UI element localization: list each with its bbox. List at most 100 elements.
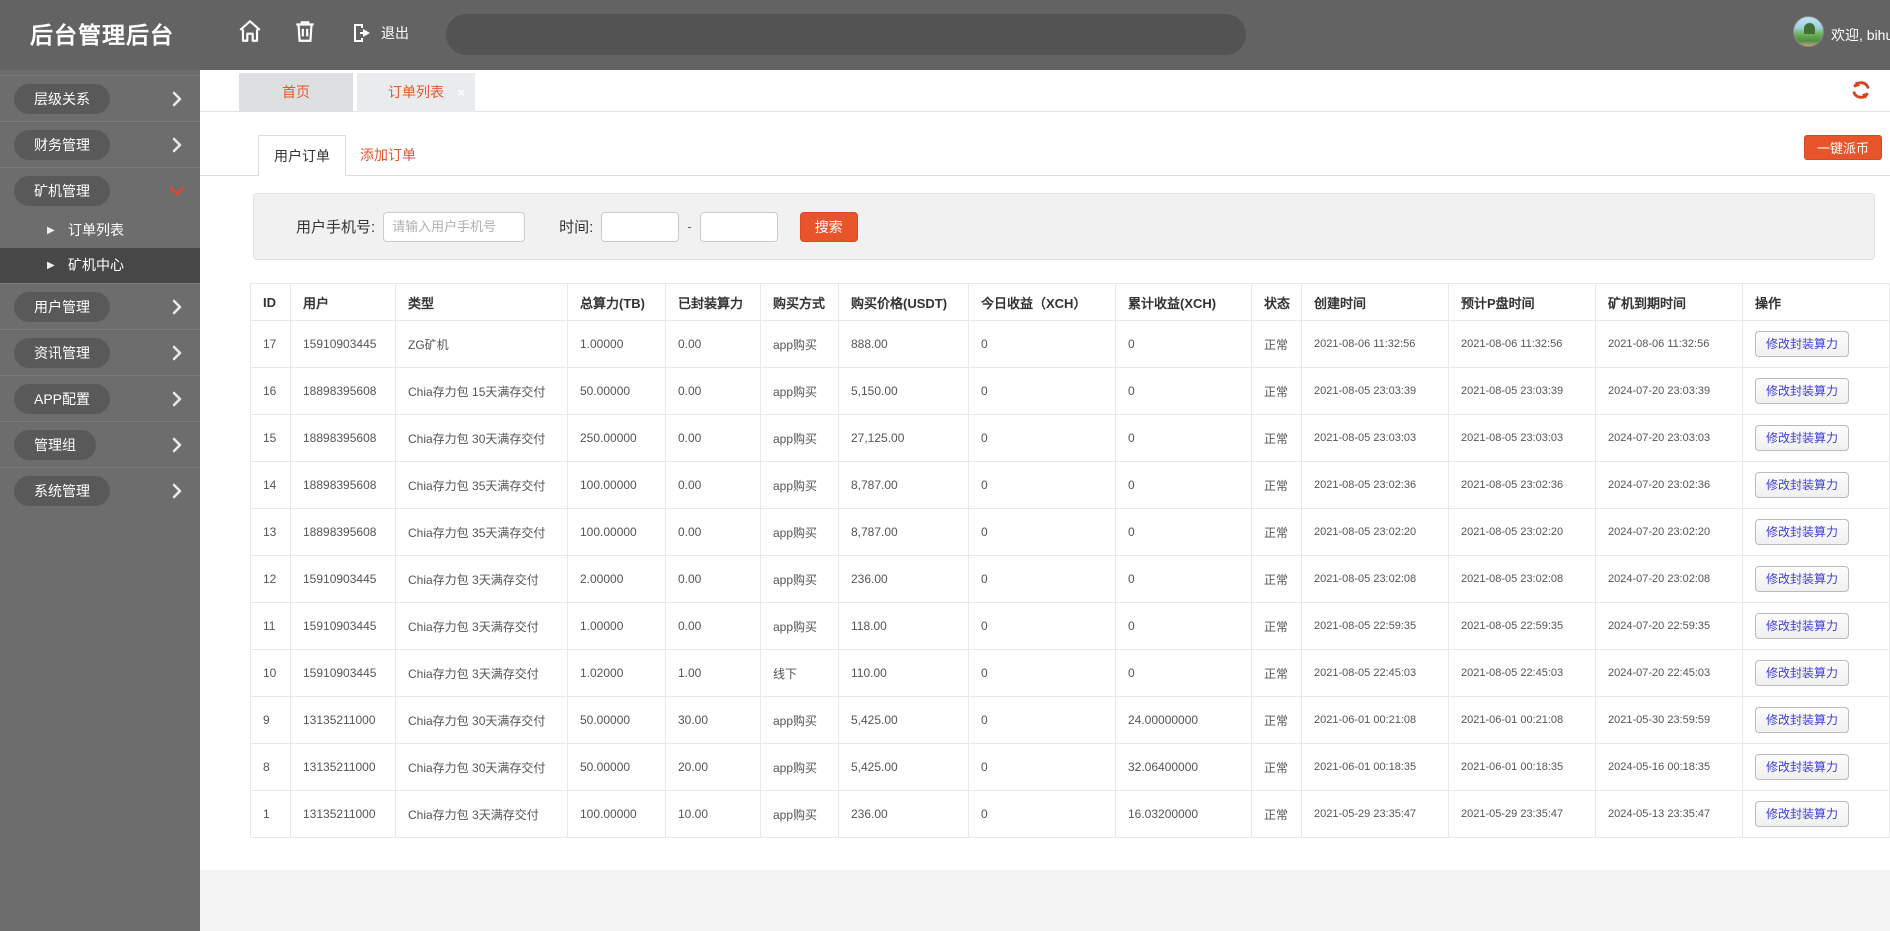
table-cell-actions: 修改封装算力 (1742, 367, 1890, 415)
sidebar-item-3[interactable]: 矿机管理 (0, 167, 200, 213)
edit-sealed-power-button[interactable]: 修改封装算力 (1755, 378, 1850, 404)
home-icon[interactable] (237, 18, 263, 44)
search-button[interactable]: 搜索 (799, 211, 858, 242)
table-cell: 2021-08-06 11:32:56 (1448, 320, 1596, 368)
table-cell: ZG矿机 (395, 320, 568, 368)
tab-add-order[interactable]: 添加订单 (345, 135, 431, 176)
edit-sealed-power-button[interactable]: 修改封装算力 (1755, 472, 1850, 498)
table-cell: 1.00000 (567, 320, 666, 368)
logout-icon (354, 24, 370, 42)
edit-sealed-power-button[interactable]: 修改封装算力 (1755, 425, 1850, 451)
welcome-text: 欢迎, bihu (1831, 27, 1890, 43)
table-cell: 0 (1115, 649, 1252, 697)
table-cell: 14 (250, 461, 291, 509)
edit-sealed-power-button[interactable]: 修改封装算力 (1755, 331, 1850, 357)
table-cell-actions: 修改封装算力 (1742, 602, 1890, 650)
column-header: 创建时间 (1301, 283, 1449, 321)
sidebar-item-label: 用户管理 (14, 292, 110, 322)
table-cell: 100.00000 (567, 508, 666, 556)
edit-sealed-power-button[interactable]: 修改封装算力 (1755, 707, 1850, 733)
sidebar-item-1[interactable]: 层级关系 (0, 75, 200, 121)
table-cell: 0 (1115, 461, 1252, 509)
sidebar-item-6[interactable]: APP配置 (0, 375, 200, 421)
table-cell: 50.00000 (567, 743, 666, 791)
table-cell: 正常 (1251, 320, 1302, 368)
trash-icon[interactable] (292, 18, 318, 44)
column-header: 累计收益(XCH) (1115, 283, 1252, 321)
table-cell: app购买 (760, 602, 839, 650)
dispatch-coin-button[interactable]: 一键派币 (1803, 135, 1882, 160)
table-cell: 2021-08-05 22:45:03 (1301, 649, 1449, 697)
table-row: 8 13135211000 Chia存力包 30天满存交付 50.00000 20.00… (250, 743, 1890, 791)
table-cell: 12 (250, 555, 291, 603)
table-cell: Chia存力包 3天满存交付 (395, 602, 568, 650)
edit-sealed-power-button[interactable]: 修改封装算力 (1755, 566, 1850, 592)
column-header: 购买价格(USDT) (838, 283, 969, 321)
edit-sealed-power-button[interactable]: 修改封装算力 (1755, 754, 1850, 780)
column-header: 预计P盘时间 (1448, 283, 1596, 321)
table-cell: 5,425.00 (838, 696, 969, 744)
table-cell: app购买 (760, 320, 839, 368)
table-cell: 10 (250, 649, 291, 697)
table-cell: app购买 (760, 790, 839, 838)
column-header: 购买方式 (760, 283, 839, 321)
edit-sealed-power-button[interactable]: 修改封装算力 (1755, 801, 1850, 827)
column-header: 操作 (1742, 283, 1890, 321)
table-cell: 2024-07-20 23:03:03 (1595, 414, 1743, 462)
edit-sealed-power-button[interactable]: 修改封装算力 (1755, 613, 1850, 639)
table-cell: Chia存力包 30天满存交付 (395, 696, 568, 744)
table-row: 13 18898395608 Chia存力包 35天满存交付 100.00000 0.0… (250, 508, 1890, 556)
table-cell: 20.00 (665, 743, 761, 791)
table-cell: Chia存力包 15天满存交付 (395, 367, 568, 415)
avatar[interactable] (1793, 16, 1824, 47)
table-cell: 0 (968, 743, 1116, 791)
caret-right-icon: ▶ (47, 260, 55, 271)
orders-table-wrap: ID 用户 类型 总算力(TB) 已封装算力 购买方式 购买价格(USDT) 今日收益（XCH… (250, 283, 1890, 838)
table-cell: app购买 (760, 743, 839, 791)
column-header: ID (250, 283, 291, 321)
logout-button[interactable]: 退出 (350, 18, 409, 48)
table-cell: 18898395608 (290, 367, 396, 415)
refresh-icon[interactable] (1850, 79, 1872, 101)
table-cell: app购买 (760, 555, 839, 603)
sidebar-subitem[interactable]: ▶ 矿机中心 (0, 248, 200, 283)
table-cell: 15910903445 (290, 649, 396, 697)
table-row: 12 15910903445 Chia存力包 3天满存交付 2.00000 0.00 ap… (250, 555, 1890, 603)
sidebar-item-4[interactable]: 用户管理 (0, 283, 200, 329)
time-end-input[interactable] (699, 211, 778, 242)
chevron-right-icon (172, 345, 182, 361)
table-cell: 2024-07-20 22:45:03 (1595, 649, 1743, 697)
table-cell: 27,125.00 (838, 414, 969, 462)
table-cell: 2021-08-06 11:32:56 (1595, 320, 1743, 368)
table-cell: Chia存力包 35天满存交付 (395, 461, 568, 509)
time-start-input[interactable] (601, 211, 680, 242)
sidebar-subitem[interactable]: ▶ 订单列表 (0, 213, 200, 248)
orders-table: ID 用户 类型 总算力(TB) 已封装算力 购买方式 购买价格(USDT) 今日收益（XCH… (250, 283, 1890, 838)
sidebar-item-5[interactable]: 资讯管理 (0, 329, 200, 375)
edit-sealed-power-button[interactable]: 修改封装算力 (1755, 660, 1850, 686)
column-header: 用户 (290, 283, 396, 321)
table-cell: 100.00000 (567, 461, 666, 509)
sidebar-item-8[interactable]: 系统管理 (0, 467, 200, 513)
table-row: 1 13135211000 Chia存力包 3天满存交付 100.00000 10.00… (250, 790, 1890, 838)
chevron-right-icon (172, 91, 182, 107)
table-cell: 110.00 (838, 649, 969, 697)
topbar-search-input[interactable] (446, 14, 1246, 55)
table-cell: 17 (250, 320, 291, 368)
close-tab-icon[interactable]: × (457, 73, 465, 112)
column-header: 总算力(TB) (567, 283, 666, 321)
sidebar-item-label: 矿机管理 (14, 176, 110, 206)
edit-sealed-power-button[interactable]: 修改封装算力 (1755, 519, 1850, 545)
tab-order-list[interactable]: 订单列表 × (357, 73, 475, 112)
caret-right-icon: ▶ (47, 225, 55, 236)
phone-input[interactable] (383, 211, 526, 242)
table-cell: 2021-08-05 23:02:20 (1448, 508, 1596, 556)
chevron-right-icon (172, 391, 182, 407)
table-cell: 118.00 (838, 602, 969, 650)
time-label: 时间: (559, 219, 594, 236)
tab-user-orders[interactable]: 用户订单 (258, 135, 346, 177)
sidebar-item-7[interactable]: 管理组 (0, 421, 200, 467)
sidebar-item-2[interactable]: 财务管理 (0, 121, 200, 167)
tab-home[interactable]: 首页 (239, 73, 353, 112)
table-cell: 2021-08-05 23:02:08 (1448, 555, 1596, 603)
